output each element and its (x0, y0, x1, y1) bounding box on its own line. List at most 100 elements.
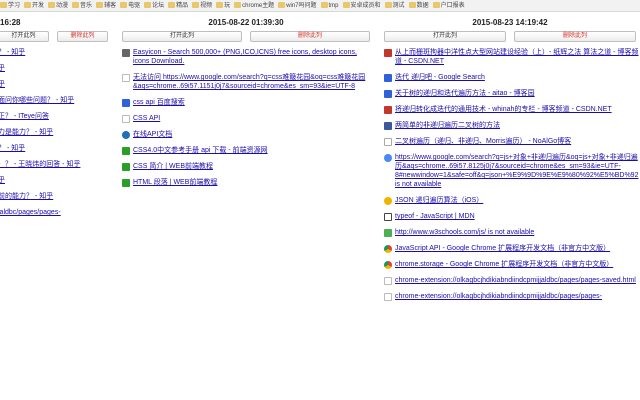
tab-link[interactable]: ？ - 知乎 (0, 144, 25, 153)
tab-list-item: JSON 递归遍历算法（iOS） (384, 196, 640, 205)
tab-link[interactable]: 乎 (0, 64, 5, 73)
folder-icon (216, 2, 224, 8)
delete-column-button[interactable]: 删除此列 (57, 31, 108, 42)
folder-icon (0, 2, 7, 8)
tab-link[interactable]: 力是能力？ - 知乎 (0, 128, 53, 137)
blank-page-icon (384, 293, 392, 301)
delete-column-button[interactable]: 删除此列 (250, 31, 370, 42)
tab-list-item: jaldbc/pages/pages- (0, 208, 112, 217)
tab-link[interactable]: https://www.google.com/search?q=js+对象+非递… (395, 153, 640, 189)
baidu-icon (384, 74, 392, 82)
folder-icon (320, 2, 328, 8)
tab-list-item: CSS API (122, 114, 374, 123)
tab-link[interactable]: 二叉树遍历（递归、非递归、Morris遍历） - NoAlGo博客 (395, 137, 571, 146)
folder-icon (432, 2, 440, 8)
open-column-button[interactable]: 打开此列 (384, 31, 506, 42)
bookmark-label: 动漫 (56, 3, 69, 9)
bookmark-label: 学习 (8, 3, 21, 9)
tab-list-item: 二叉树遍历（递归、非递归、Morris遍历） - NoAlGo博客 (384, 137, 640, 146)
tab-link[interactable]: 正？ - ITeye问答 (0, 112, 49, 121)
tab-link[interactable]: 前的能力？ - 知乎 (0, 192, 53, 201)
tab-list-item: 迭代 递归吧 - Google Search (384, 73, 640, 82)
tab-list-item: 面问你哪些问题？ - 知乎 (0, 96, 112, 105)
tab-link[interactable]: jaldbc/pages/pages- (0, 208, 61, 217)
edge-icon (122, 131, 130, 139)
folder-icon (384, 2, 392, 8)
tab-list-item: ？ - 知乎 (0, 48, 112, 57)
folder-icon (24, 2, 32, 8)
tab-list: 从上而栅斑拘器中洋性点大型网站建设经验（上）- 纸辉之法 算法之道 - 博客频道… (380, 48, 640, 301)
tab-link[interactable]: 乎 (0, 176, 5, 185)
tab-link[interactable]: 在线API文档 (133, 130, 172, 139)
csdn-icon (384, 106, 392, 114)
w3cschool-icon (122, 163, 130, 171)
tab-link[interactable]: 迭代 递归吧 - Google Search (395, 73, 485, 82)
tab-link[interactable]: ？ - 知乎 (0, 48, 25, 57)
blank-page-icon (384, 277, 392, 285)
bookmark-label: 安卓成员和 (350, 3, 381, 9)
bookmark-label: win7吗问题 (286, 3, 317, 9)
json-icon (384, 197, 392, 205)
tab-link[interactable]: chrome.storage - Google Chrome 扩展程序开发文档（… (395, 260, 613, 269)
tab-link[interactable]: 将递归转化成迭代的通用技术 - whinah的专栏 - 博客频道 - CSDN.… (395, 105, 612, 114)
w3cschool-icon (122, 179, 130, 187)
tab-link[interactable]: CSS4.0中文参考手册 api 下载 - 前端资源网 (133, 146, 268, 155)
column-timestamp: 2015-08-22 01:39:30 (208, 18, 284, 27)
tab-list-item: 正？ - ITeye问答 (0, 112, 112, 121)
open-column-button[interactable]: 打开此列 (0, 31, 49, 42)
tab-link[interactable]: 从上而栅斑拘器中洋性点大型网站建设经验（上）- 纸辉之法 算法之道 - 博客频道… (395, 48, 640, 66)
tab-link[interactable]: JSON 递归遍历算法（iOS） (395, 196, 483, 205)
tab-link[interactable]: typeof - JavaScript | MDN (395, 212, 475, 221)
tab-list-item: chrome.storage - Google Chrome 扩展程序开发文档（… (384, 260, 640, 269)
tab-list-item: https://www.google.com/search?q=js+对象+非递… (384, 153, 640, 189)
tab-link[interactable]: JavaScript API - Google Chrome 扩展程序开发文档（… (395, 244, 610, 253)
tab-list-item: 从上而栅斑拘器中洋性点大型网站建设经验（上）- 纸辉之法 算法之道 - 博客频道… (384, 48, 640, 66)
tab-link[interactable]: http://www.w3schools.com/js/ is not avai… (395, 228, 534, 237)
session-column-2: 2015-08-22 01:39:30 打开此列 删除此列 Easyicon -… (118, 11, 374, 400)
tab-list-item: ？ - 知乎 (0, 144, 112, 153)
bookmark-label: 玩 (224, 3, 231, 9)
tab-link[interactable]: css api 百度搜索 (133, 98, 185, 107)
column-timestamp: 16:28 (0, 18, 21, 27)
session-column-3: 2015-08-23 14:19:42 打开此列 删除此列 从上而栅斑拘器中洋性… (380, 11, 640, 400)
tab-link[interactable]: 面问你哪些问题？ - 知乎 (0, 96, 74, 105)
tab-link[interactable]: 无法访问 https://www.google.com/search?q=css… (133, 73, 374, 91)
tab-link[interactable]: 关于树的递归和迭代遍历方法 - aitao - 博客园 (395, 89, 535, 98)
folder-icon (48, 2, 56, 8)
bookmark-label: 测试 (392, 3, 405, 9)
bookmark-label: 音乐 (80, 3, 93, 9)
tab-link[interactable]: ）？ - 王晓炜的回答 - 知乎 (0, 160, 80, 169)
folder-icon (342, 2, 350, 8)
tab-link[interactable]: CSS 简介 | WEB前端教程 (133, 162, 213, 171)
tab-list-item: 无法访问 https://www.google.com/search?q=css… (122, 73, 374, 91)
chrome-icon (384, 245, 392, 253)
tab-link[interactable]: Easyicon - Search 500,000+ (PNG,ICO,ICNS… (133, 48, 374, 66)
tab-link[interactable]: chrome-extension://olkagbcjhdikiabndiind… (395, 276, 636, 285)
w3schools-icon (384, 229, 392, 237)
bookmark-label: chrome主题 (242, 3, 275, 9)
tab-link[interactable]: CSS API (133, 114, 160, 123)
tab-list-item: ）？ - 王晓炜的回答 - 知乎 (0, 160, 112, 169)
delete-column-button[interactable]: 删除此列 (514, 31, 636, 42)
blank-page-icon (122, 115, 130, 123)
tab-list-item: 前的能力？ - 知乎 (0, 192, 112, 201)
tab-list: ？ - 知乎乎乎面问你哪些问题？ - 知乎 正？ - ITeye问答 力是能力？ -… (0, 48, 112, 217)
bookmark-label: tmp (328, 3, 339, 9)
tab-list-item: 两简单的非递归遍历二叉树的方法 (384, 121, 640, 130)
tab-link[interactable]: HTML 段落 | WEB前端教程 (133, 178, 217, 187)
open-column-button[interactable]: 打开此列 (122, 31, 242, 42)
tab-list-item: typeof - JavaScript | MDN (384, 212, 640, 221)
mdn-icon (384, 213, 392, 221)
folder-icon (144, 2, 152, 8)
tab-list-item: 力是能力？ - 知乎 (0, 128, 112, 137)
tab-list-item: CSS4.0中文参考手册 api 下载 - 前端资源网 (122, 146, 374, 155)
tab-link[interactable]: 两简单的非递归遍历二叉树的方法 (395, 121, 500, 130)
tab-link[interactable]: chrome-extension://olkagbcjhdikiabndiind… (395, 292, 602, 301)
tab-list-item: JavaScript API - Google Chrome 扩展程序开发文档（… (384, 244, 640, 253)
folder-icon (278, 2, 286, 8)
folder-icon (96, 2, 104, 8)
tab-list-item: 乎 (0, 176, 112, 185)
tab-link[interactable]: 乎 (0, 80, 5, 89)
tab-list-item: 关于树的递归和迭代遍历方法 - aitao - 博客园 (384, 89, 640, 98)
tab-list-item: 将递归转化成迭代的通用技术 - whinah的专栏 - 博客频道 - CSDN.… (384, 105, 640, 114)
